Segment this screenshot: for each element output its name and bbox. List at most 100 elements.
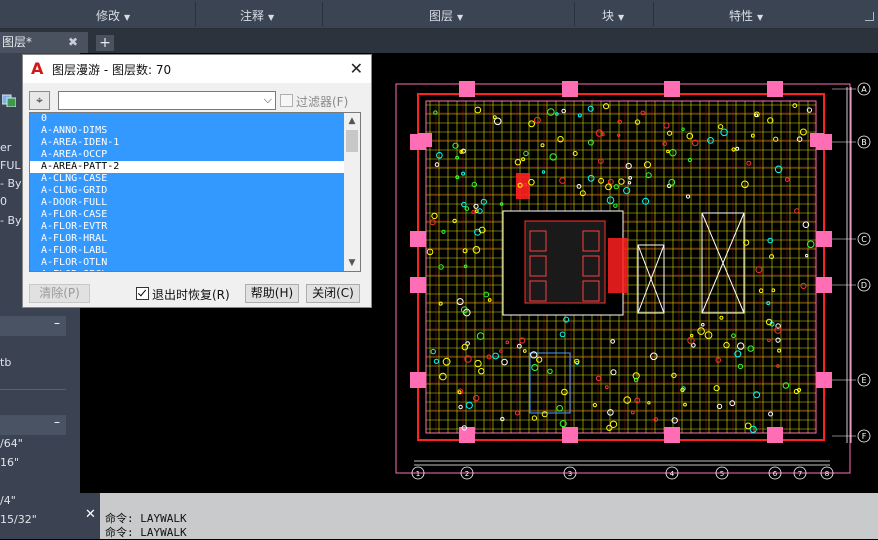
fixture-symbol bbox=[720, 128, 728, 137]
command-line[interactable]: ✕ 命令: LAYWALK 命令: LAYWALK bbox=[80, 493, 878, 539]
ribbon-properties-label: 特性 bbox=[729, 9, 754, 23]
dialog-title: 图层漫游 - 图层数: 70 bbox=[52, 63, 172, 77]
fixture-symbol bbox=[735, 146, 740, 151]
fixture-symbol bbox=[719, 315, 724, 320]
drawing-canvas[interactable]: A B C D E F 1 2 3 4 5 6 7 8 bbox=[380, 53, 878, 493]
fixture-symbol bbox=[623, 187, 631, 195]
close-icon[interactable]: ✕ bbox=[85, 507, 96, 522]
layer-list[interactable]: 0 A-ANNO-DIMS A-AREA-IDEN-1 A-AREA-OCCP A-AR… bbox=[29, 112, 361, 272]
layer-list-item[interactable]: A-DOOR-FULL bbox=[30, 197, 360, 209]
fixture-symbol bbox=[523, 150, 529, 157]
ribbon-layers-panel[interactable]: 图层 ▼ bbox=[429, 0, 463, 28]
layer-list-item[interactable]: A-FLOR-EVTR bbox=[30, 221, 360, 233]
layer-list-item[interactable]: A-FLOR-CASE bbox=[30, 209, 360, 221]
layer-list-item[interactable]: A-AREA-OCCP bbox=[30, 149, 360, 161]
fixture-symbol bbox=[464, 206, 470, 211]
fixture-symbol bbox=[517, 343, 522, 349]
palette-value: er bbox=[0, 141, 12, 154]
scroll-up-icon[interactable]: ▲ bbox=[344, 113, 360, 129]
fixture-symbol bbox=[604, 385, 609, 390]
ribbon-modify-panel[interactable]: 修改 ▼ bbox=[96, 0, 130, 28]
help-button[interactable]: 帮助(H) bbox=[245, 284, 299, 303]
fixture-symbol bbox=[463, 264, 468, 269]
ribbon-annotate-panel[interactable]: 注释 ▼ bbox=[240, 0, 274, 28]
fixture-symbol bbox=[607, 409, 614, 416]
close-icon[interactable]: ✖ bbox=[68, 32, 78, 53]
ribbon-block-panel[interactable]: 块 ▼ bbox=[602, 0, 624, 28]
fixture-symbol bbox=[547, 108, 555, 116]
fixture-symbol bbox=[478, 368, 485, 375]
fixture-symbol bbox=[613, 203, 618, 208]
fixture-symbol bbox=[707, 137, 714, 144]
fixture-symbol bbox=[501, 358, 508, 366]
grid-column-label: 7 bbox=[798, 470, 802, 478]
fixture-symbol bbox=[662, 141, 667, 147]
ribbon-annotate-label: 注释 bbox=[240, 9, 265, 23]
fixture-symbol bbox=[755, 266, 763, 274]
chevron-down-icon: ▼ bbox=[757, 13, 764, 22]
filter-combo[interactable]: ⌵ bbox=[58, 91, 276, 110]
fixture-symbol bbox=[630, 410, 635, 415]
palette-section-header[interactable]: – bbox=[0, 316, 66, 336]
fixture-symbol bbox=[647, 401, 651, 405]
fixture-symbol bbox=[531, 364, 539, 371]
fixture-symbol bbox=[576, 184, 582, 189]
layer-icon[interactable] bbox=[1, 93, 17, 108]
palette-section-header[interactable]: – bbox=[0, 415, 66, 435]
fixture-symbol bbox=[610, 339, 615, 344]
fixture-symbol bbox=[487, 298, 492, 302]
fixture-symbol bbox=[753, 391, 761, 399]
tab-drawing[interactable]: 图层* ✖ bbox=[0, 32, 88, 53]
column-marker bbox=[816, 372, 832, 388]
command-line-handle[interactable]: ✕ bbox=[80, 493, 100, 539]
close-button[interactable]: 关闭(C) bbox=[306, 284, 360, 303]
layer-list-item[interactable]: A-CLNG-CASE bbox=[30, 173, 360, 185]
list-scrollbar[interactable]: ▲ ▼ bbox=[344, 113, 360, 271]
layer-list-item[interactable]: 0 bbox=[30, 113, 360, 125]
close-icon[interactable]: ✕ bbox=[350, 59, 363, 78]
checkbox-box bbox=[280, 94, 293, 107]
layer-list-item[interactable]: A-AREA-IDEN-1 bbox=[30, 137, 360, 149]
fixture-symbol bbox=[683, 402, 687, 407]
autocad-logo-icon: A bbox=[31, 59, 44, 78]
layer-list-item[interactable]: A-FLOR-SPCL bbox=[30, 269, 360, 271]
select-objects-button[interactable]: ⌖ bbox=[29, 91, 50, 110]
fixture-symbol bbox=[653, 417, 659, 422]
fixture-symbol bbox=[718, 124, 724, 130]
layer-list-item[interactable]: A-FLOR-LABL bbox=[30, 245, 360, 257]
layer-list-item[interactable]: A-FLOR-OTLN bbox=[30, 257, 360, 269]
fixture-symbol bbox=[441, 229, 446, 234]
chevron-down-icon: ▼ bbox=[618, 13, 625, 22]
fixture-symbol bbox=[650, 352, 658, 361]
scroll-down-icon[interactable]: ▼ bbox=[344, 255, 360, 271]
command-history-line: 命令: LAYWALK bbox=[105, 526, 187, 539]
fixture-symbol bbox=[767, 338, 771, 343]
layer-list-item[interactable]: A-CLNG-GRID bbox=[30, 185, 360, 197]
scroll-thumb[interactable] bbox=[346, 130, 358, 152]
restore-on-exit-label: 退出时恢复(R) bbox=[152, 288, 230, 302]
panel-launcher-icon[interactable] bbox=[865, 12, 874, 21]
fixture-symbol bbox=[777, 348, 782, 353]
layer-walk-dialog: A 图层漫游 - 图层数: 70 ✕ ⌖ ⌵ 过滤器(F) 0 A-ANNO-DI… bbox=[22, 54, 372, 308]
layer-list-item[interactable]: A-ANNO-DIMS bbox=[30, 125, 360, 137]
ribbon-separator bbox=[574, 2, 575, 26]
palette-value: /64" bbox=[0, 437, 23, 450]
fixture-symbol bbox=[627, 181, 632, 185]
fixture-symbol bbox=[687, 157, 692, 163]
fixture-symbol bbox=[465, 401, 473, 409]
restore-on-exit-checkbox[interactable]: 退出时恢复(R) bbox=[136, 286, 230, 303]
ribbon-properties-panel[interactable]: 特性 ▼ bbox=[729, 0, 763, 28]
purge-button[interactable]: 清除(P) bbox=[29, 284, 90, 303]
fixture-symbol bbox=[536, 356, 543, 363]
fixture-symbol bbox=[431, 212, 438, 220]
layer-list-item[interactable]: A-FLOR-HRAL bbox=[30, 233, 360, 245]
grid-column-label: 1 bbox=[416, 470, 420, 478]
new-tab-button[interactable]: + bbox=[96, 35, 114, 51]
dialog-title-bar[interactable]: A 图层漫游 - 图层数: 70 ✕ bbox=[23, 55, 371, 83]
grid-column-label: 2 bbox=[465, 470, 469, 478]
filter-checkbox[interactable]: 过滤器(F) bbox=[280, 93, 348, 110]
column-marker bbox=[664, 427, 680, 443]
layer-list-item[interactable]: A-AREA-PATT-2 bbox=[30, 161, 360, 173]
fixture-symbol bbox=[618, 178, 625, 185]
fixture-symbol bbox=[671, 372, 677, 379]
